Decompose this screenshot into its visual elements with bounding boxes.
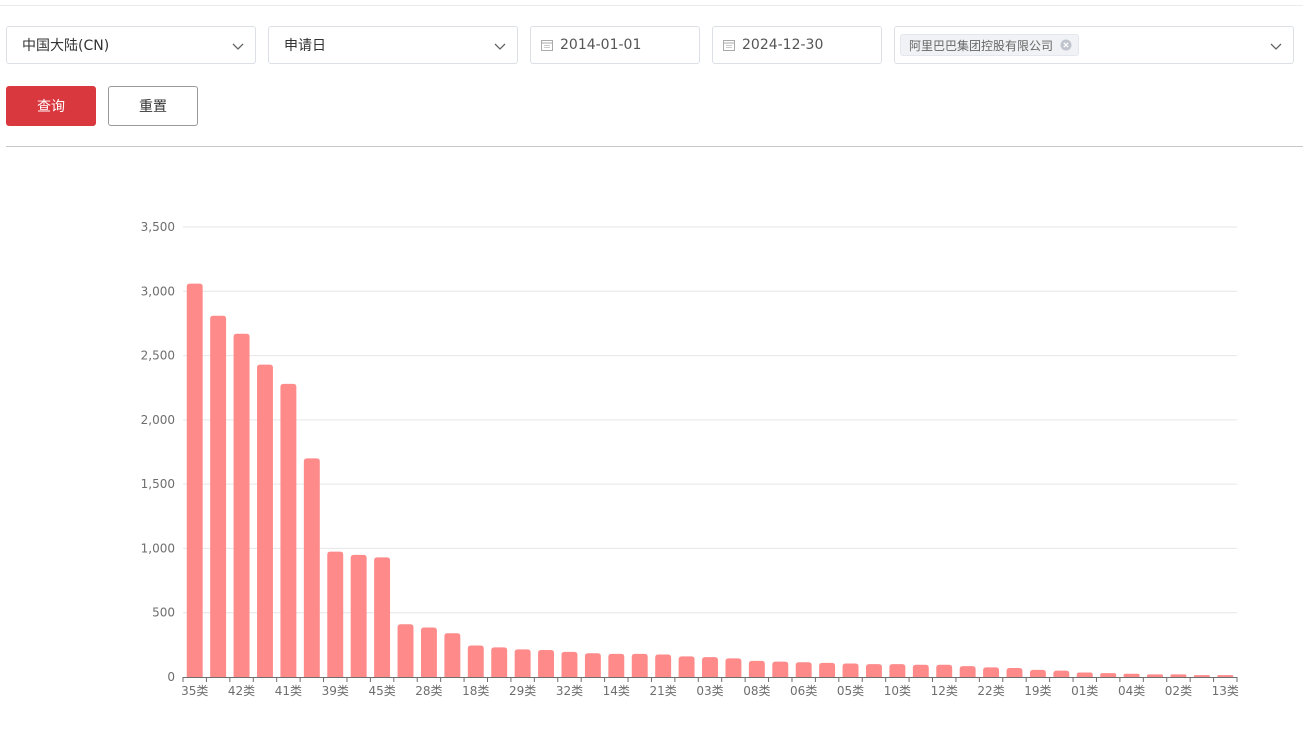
y-tick-label: 1,500	[141, 477, 175, 491]
bar	[748, 660, 765, 677]
bar	[1170, 674, 1187, 677]
bar	[444, 633, 461, 677]
bar	[1076, 672, 1093, 677]
bar	[702, 657, 718, 677]
x-tick-label: 10类	[884, 684, 911, 698]
x-tick-label: 22类	[977, 684, 1004, 698]
x-tick-label: 21类	[650, 684, 677, 698]
bar	[303, 458, 320, 677]
bar	[631, 653, 648, 677]
x-tick-label: 28类	[415, 684, 442, 698]
x-tick-label: 02类	[1165, 684, 1192, 698]
x-tick-label: 13类	[1212, 684, 1239, 698]
y-tick-label: 2,500	[141, 349, 175, 363]
bar	[233, 333, 250, 677]
x-tick-label: 32类	[556, 684, 583, 698]
bar	[959, 666, 976, 677]
bar	[1193, 675, 1210, 677]
bar	[772, 661, 789, 677]
bar	[350, 554, 367, 677]
bar	[374, 557, 391, 677]
x-tick-label: 41类	[275, 684, 302, 698]
bar-chart: 0 500 1,000 1,500 2,000 2,500 3,000 3,500 35类 42类…	[141, 220, 1239, 698]
bar	[936, 664, 953, 677]
bar	[467, 645, 484, 677]
x-tick-label: 45类	[368, 684, 395, 698]
x-tick-label: 05类	[837, 684, 864, 698]
x-tick-label: 29类	[509, 684, 536, 698]
bar	[725, 658, 742, 677]
bar	[842, 663, 859, 677]
bar	[1100, 673, 1117, 677]
bar	[795, 662, 812, 677]
x-tick-label: 19类	[1024, 684, 1051, 698]
bar	[655, 654, 672, 677]
bar	[1123, 673, 1140, 677]
bar	[397, 624, 414, 677]
bar	[889, 664, 906, 677]
bar	[1147, 674, 1163, 677]
bar	[186, 283, 203, 677]
x-tick-label: 39类	[322, 684, 349, 698]
bar	[819, 662, 836, 677]
bar	[584, 653, 601, 677]
bar	[608, 653, 625, 677]
y-tick-label: 0	[167, 670, 175, 684]
bar	[491, 647, 508, 677]
bar	[1053, 670, 1070, 677]
bar	[538, 650, 555, 677]
x-tick-label: 06类	[790, 684, 817, 698]
y-tick-label: 3,000	[141, 284, 175, 298]
bar	[865, 664, 882, 677]
bar	[983, 667, 1000, 677]
x-tick-label: 42类	[228, 684, 255, 698]
bar	[1217, 675, 1234, 677]
bar	[420, 627, 437, 677]
bar	[327, 551, 344, 677]
x-tick-label: 08类	[743, 684, 770, 698]
y-tick-label: 2,000	[141, 413, 175, 427]
bar	[280, 383, 297, 677]
x-tick-label: 01类	[1071, 684, 1098, 698]
x-tick-label: 03类	[696, 684, 723, 698]
y-tick-label: 500	[152, 606, 175, 620]
x-tick-label: 12类	[931, 684, 958, 698]
bar	[1006, 668, 1023, 677]
bar	[561, 651, 578, 677]
x-tick-label: 04类	[1118, 684, 1145, 698]
x-tick-label: 35类	[181, 684, 208, 698]
x-tick-label: 14类	[603, 684, 630, 698]
y-tick-label: 3,500	[141, 220, 175, 234]
bar	[514, 649, 531, 677]
y-tick-label: 1,000	[141, 541, 175, 555]
bar	[912, 664, 929, 677]
bar	[257, 364, 273, 677]
x-tick-label: 18类	[462, 684, 489, 698]
bar	[210, 315, 227, 677]
bar	[678, 656, 695, 677]
bar	[1029, 669, 1046, 677]
